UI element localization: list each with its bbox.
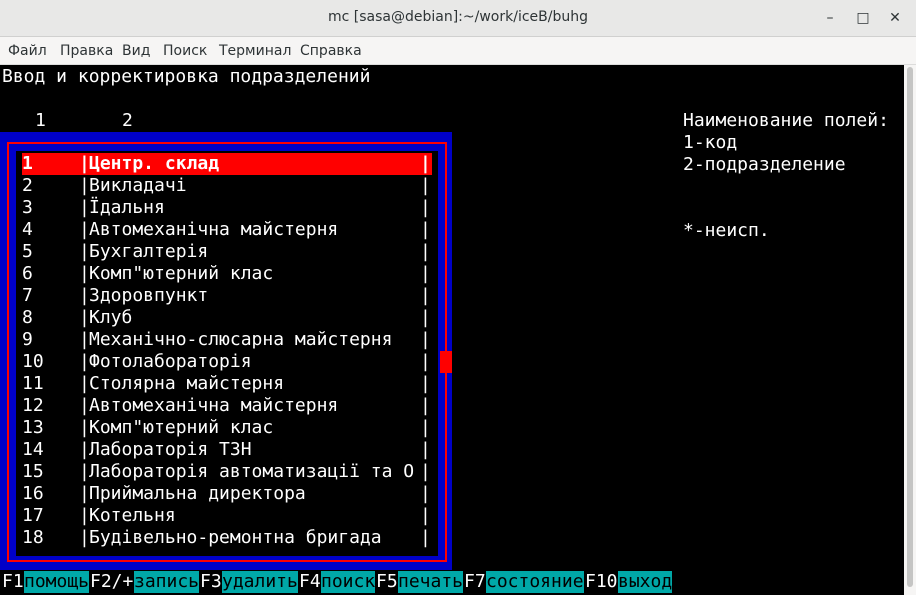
row-code: 13 (22, 417, 44, 438)
fkey-f4-label[interactable]: поиск (321, 571, 376, 593)
menu-file[interactable]: Файл (8, 43, 47, 59)
row-code: 18 (22, 527, 44, 548)
fkey-f1-label[interactable]: помощь (24, 571, 90, 593)
fkey-f2[interactable]: F2/+ (90, 571, 133, 593)
fkey-f7[interactable]: F7 (464, 571, 486, 593)
close-icon[interactable]: ✕ (885, 8, 905, 28)
row-end-separator: | (420, 439, 431, 460)
row-name: Бухгалтерія (89, 241, 209, 262)
row-code: 7 (22, 285, 33, 306)
row-name: Їдальня (89, 197, 165, 218)
fkey-f2-label[interactable]: запись (134, 571, 200, 593)
fkey-f10-label[interactable]: выход (618, 571, 673, 593)
menu-help[interactable]: Справка (300, 43, 362, 59)
menu-view[interactable]: Вид (122, 43, 150, 59)
legend-item-code: 1-код (683, 132, 738, 153)
column-number-2: 2 (122, 110, 133, 131)
fkey-f7-label[interactable]: состояние (486, 571, 584, 593)
column-number-1: 1 (35, 110, 46, 131)
row-code: 12 (22, 395, 44, 416)
row-code: 8 (22, 307, 33, 328)
row-end-separator: | (420, 505, 431, 526)
row-end-separator: | (420, 241, 431, 262)
row-code: 2 (22, 175, 33, 196)
row-name: Будівельно-ремонтна бригада (89, 527, 382, 548)
row-code: 9 (22, 329, 33, 350)
row-end-separator: | (420, 263, 431, 284)
row-end-separator: | (420, 351, 431, 372)
row-name: Механічно-слюсарна майстерня (89, 329, 393, 350)
window-title: mc [sasa@debian]:~/work/iceB/buhg (328, 9, 588, 25)
row-end-separator: | (420, 373, 431, 394)
row-end-separator: | (420, 175, 431, 196)
screen-heading: Ввод и корректировка подразделений (2, 66, 371, 87)
row-name: Лабораторія автоматизації та О (89, 461, 415, 482)
row-end-separator: | (420, 483, 431, 504)
fkey-f5[interactable]: F5 (376, 571, 398, 593)
terminal-area[interactable]: Ввод и корректировка подразделений 1 2 Н… (0, 65, 904, 595)
row-code: 6 (22, 263, 33, 284)
fkey-f3[interactable]: F3 (200, 571, 222, 593)
row-end-separator: | (420, 285, 431, 306)
row-name: Клуб (89, 307, 133, 328)
fkey-f1[interactable]: F1 (2, 571, 24, 593)
row-code: 10 (22, 351, 44, 372)
row-code: 16 (22, 483, 44, 504)
row-end-separator: | (420, 153, 431, 174)
legend-note: *-неисп. (683, 220, 770, 241)
terminal-scrollbar[interactable] (904, 65, 916, 595)
row-end-separator: | (420, 417, 431, 438)
scrollbar-thumb[interactable] (907, 67, 913, 587)
row-end-separator: | (420, 307, 431, 328)
row-code: 1 (22, 153, 33, 174)
legend-title: Наименование полей: (683, 110, 889, 131)
menu-search[interactable]: Поиск (163, 43, 207, 59)
fkey-f5-label[interactable]: печать (398, 571, 464, 593)
row-end-separator: | (420, 527, 431, 548)
row-code: 11 (22, 373, 44, 394)
fkey-f10[interactable]: F10 (585, 571, 618, 593)
maximize-icon[interactable]: □ (853, 8, 873, 28)
fkey-f3-label[interactable]: удалить (222, 571, 298, 593)
row-name: Лабораторія ТЗН (89, 439, 252, 460)
row-code: 14 (22, 439, 44, 460)
row-name: Автомеханічна майстерня (89, 395, 339, 416)
row-name: Викладачі (89, 175, 187, 196)
row-name: Здоровпункт (89, 285, 209, 306)
window-titlebar: mc [sasa@debian]:~/work/iceB/buhg – □ ✕ (0, 0, 916, 37)
legend-item-name: 2-подразделение (683, 154, 846, 175)
fkey-f4[interactable]: F4 (299, 571, 321, 593)
menu-edit[interactable]: Правка (60, 43, 113, 59)
row-code: 3 (22, 197, 33, 218)
row-code: 17 (22, 505, 44, 526)
row-name: Комп"ютерний клас (89, 263, 274, 284)
row-name: Приймальна директора (89, 483, 306, 504)
row-name: Фотолабораторія (89, 351, 252, 372)
row-end-separator: | (420, 395, 431, 416)
row-end-separator: | (420, 197, 431, 218)
row-end-separator: | (420, 219, 431, 240)
row-code: 15 (22, 461, 44, 482)
row-name: Центр. склад (89, 153, 220, 174)
row-name: Комп"ютерний клас (89, 417, 274, 438)
list-scroll-position[interactable] (440, 351, 452, 373)
row-end-separator: | (420, 461, 431, 482)
row-name: Котельня (89, 505, 176, 526)
selected-table-row[interactable]: 1 | Центр. склад | (22, 153, 432, 175)
menu-terminal[interactable]: Терминал (219, 43, 291, 59)
minimize-icon[interactable]: – (820, 8, 840, 28)
row-end-separator: | (420, 329, 431, 350)
menubar: Файл Правка Вид Поиск Терминал Справка (0, 37, 916, 65)
row-code: 5 (22, 241, 33, 262)
row-name: Автомеханічна майстерня (89, 219, 339, 240)
row-name: Столярна майстерня (89, 373, 285, 394)
row-code: 4 (22, 219, 33, 240)
